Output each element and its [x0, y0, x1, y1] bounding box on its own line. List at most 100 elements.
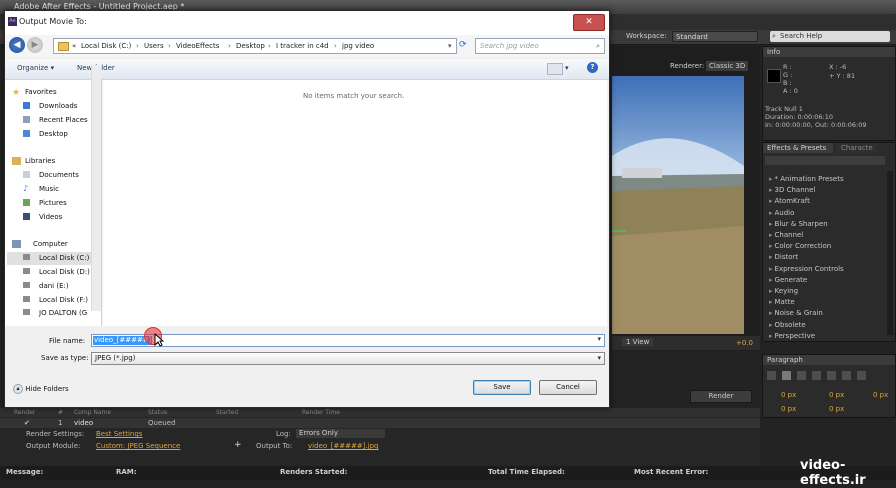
expand-arrow-icon[interactable]: ▸ [769, 175, 773, 183]
nav-dani-e[interactable]: dani (E:) [39, 282, 69, 290]
file-list-pane[interactable]: No items match your search. [103, 80, 607, 326]
effects-category-item[interactable]: ▸ Audio [769, 209, 794, 217]
effects-category-item[interactable]: ▸ Distort [769, 253, 798, 261]
breadcrumb-jpg-video[interactable]: jpg video [342, 39, 374, 53]
justify-left-icon[interactable] [812, 371, 821, 380]
effects-category-item[interactable]: ▸ Matte [769, 298, 795, 306]
justify-all-icon[interactable] [857, 371, 866, 380]
expand-arrow-icon[interactable]: ▸ [769, 332, 773, 340]
back-button[interactable]: ◀ [9, 37, 25, 53]
save-button[interactable]: Save [473, 380, 531, 395]
search-input[interactable]: Search jpg video ⌕ [475, 38, 605, 54]
workspace-select[interactable]: Standard [672, 31, 758, 42]
indent-right-value[interactable]: 0 px [829, 391, 844, 399]
forward-button[interactable]: ▶ [27, 37, 43, 53]
expand-arrow-icon[interactable]: ▸ [769, 197, 773, 205]
nav-desktop[interactable]: Desktop [39, 130, 68, 138]
effects-category-item[interactable]: ▸ Blur & Sharpen [769, 220, 828, 228]
effects-category-item[interactable]: ▸ * Animation Presets [769, 175, 844, 183]
align-left-icon[interactable] [767, 371, 776, 380]
rq-row[interactable]: ✔ 1 video Queued [0, 418, 760, 428]
indent-first-value[interactable]: 0 px [873, 391, 888, 399]
view-layout-select[interactable]: 1 View [622, 338, 654, 346]
expand-arrow-icon[interactable]: ▸ [769, 186, 773, 194]
nav-documents[interactable]: Documents [39, 171, 79, 179]
nav-favorites[interactable]: Favorites [25, 88, 57, 96]
expand-arrow-icon[interactable]: ▸ [769, 220, 773, 228]
nav-computer[interactable]: Computer [33, 240, 68, 248]
effects-category-item[interactable]: ▸ Expression Controls [769, 265, 844, 273]
effects-category-item[interactable]: ▸ Channel [769, 231, 803, 239]
expand-arrow-icon[interactable]: ▸ [769, 287, 773, 295]
breadcrumb-users[interactable]: Users [144, 39, 164, 53]
effects-category-item[interactable]: ▸ 3D Channel [769, 186, 815, 194]
align-right-icon[interactable] [797, 371, 806, 380]
effects-scrollbar[interactable] [887, 171, 893, 335]
nav-jo-dalton-g[interactable]: JO DALTON (G [39, 309, 87, 317]
render-settings-value[interactable]: Best Settings [96, 430, 142, 438]
nav-libraries[interactable]: Libraries [25, 157, 55, 165]
nav-music[interactable]: Music [39, 185, 59, 193]
effects-category-item[interactable]: ▸ Color Correction [769, 242, 831, 250]
justify-center-icon[interactable] [827, 371, 836, 380]
output-module-value[interactable]: Custom: JPEG Sequence [96, 442, 180, 450]
search-help-input[interactable]: ⌕ Search Help [770, 31, 890, 42]
address-bar[interactable]: « Local Disk (C:) › Users › VideoEffects… [53, 38, 457, 54]
effects-category-item[interactable]: ▸ Noise & Grain [769, 309, 823, 317]
checkbox-icon[interactable]: ✔ [24, 419, 30, 427]
nav-pictures[interactable]: Pictures [39, 199, 67, 207]
expand-arrow-icon[interactable]: ▸ [769, 231, 773, 239]
log-select[interactable]: Errors Only [296, 429, 385, 438]
refresh-icon[interactable]: ⟳ [459, 40, 467, 50]
output-to-value[interactable]: video_[#####].jpg [308, 442, 378, 450]
align-center-icon[interactable] [782, 371, 791, 380]
justify-right-icon[interactable] [842, 371, 851, 380]
effects-category-item[interactable]: ▸ Generate [769, 276, 807, 284]
nav-local-disk-f[interactable]: Local Disk (F:) [39, 296, 88, 304]
expand-arrow-icon[interactable]: ▸ [769, 265, 773, 273]
view-dropdown-icon[interactable]: ▾ [565, 64, 569, 72]
expand-arrow-icon[interactable]: ▸ [769, 298, 773, 306]
indent-left-value[interactable]: 0 px [781, 391, 796, 399]
breadcrumb-overflow[interactable]: « [72, 39, 76, 53]
effects-category-item[interactable]: ▸ Obsolete [769, 321, 806, 329]
hide-folders-toggle[interactable]: ▴ Hide Folders [13, 384, 69, 394]
expand-arrow-icon[interactable]: ▸ [769, 321, 773, 329]
renderer-value[interactable]: Classic 3D [706, 61, 749, 71]
expand-arrow-icon[interactable]: ▸ [769, 253, 773, 261]
space-before-value[interactable]: 0 px [781, 405, 796, 413]
file-name-input[interactable]: video_[#####] ▾ [91, 334, 605, 347]
expand-arrow-icon[interactable]: ▸ [769, 276, 773, 284]
view-options-icon[interactable] [547, 63, 563, 75]
close-button[interactable]: ✕ [573, 14, 605, 31]
effects-category-item[interactable]: ▸ Keying [769, 287, 798, 295]
nav-scrollbar[interactable] [91, 65, 101, 311]
nav-downloads[interactable]: Downloads [39, 102, 77, 110]
breadcrumb-tracker[interactable]: I tracker in c4d [276, 39, 329, 53]
breadcrumb-videoeffects[interactable]: VideoEffects [176, 39, 219, 53]
effects-category-item[interactable]: ▸ Perspective [769, 332, 815, 340]
tab-character[interactable]: Characte [837, 143, 877, 153]
nav-recent-places[interactable]: Recent Places [39, 116, 88, 124]
add-output-icon[interactable]: + [234, 440, 242, 450]
expand-arrow-icon[interactable]: ▸ [769, 209, 773, 217]
expand-arrow-icon[interactable]: ▸ [769, 242, 773, 250]
save-as-type-select[interactable]: JPEG (*.jpg) ▾ [91, 352, 605, 365]
help-icon[interactable]: ? [587, 62, 598, 73]
chevron-down-icon[interactable]: ▾ [597, 335, 601, 343]
chevron-down-icon[interactable]: ▾ [448, 39, 452, 53]
nav-videos[interactable]: Videos [39, 213, 62, 221]
breadcrumb-desktop[interactable]: Desktop [236, 39, 265, 53]
tab-paragraph[interactable]: Paragraph [763, 355, 895, 365]
tab-effects-presets[interactable]: Effects & Presets [763, 143, 833, 153]
tab-info[interactable]: Info [763, 47, 895, 57]
breadcrumb-local-disk[interactable]: Local Disk (C:) [81, 39, 131, 53]
exposure-value[interactable]: +0.0 [736, 339, 753, 347]
effects-search-input[interactable] [765, 156, 885, 165]
effects-category-item[interactable]: ▸ AtomKraft [769, 197, 810, 205]
cancel-button[interactable]: Cancel [539, 380, 597, 395]
space-after-value[interactable]: 0 px [829, 405, 844, 413]
nav-local-disk-d[interactable]: Local Disk (D:) [39, 268, 90, 276]
organize-menu[interactable]: Organize ▾ [17, 64, 54, 72]
render-button[interactable]: Render [690, 390, 752, 403]
